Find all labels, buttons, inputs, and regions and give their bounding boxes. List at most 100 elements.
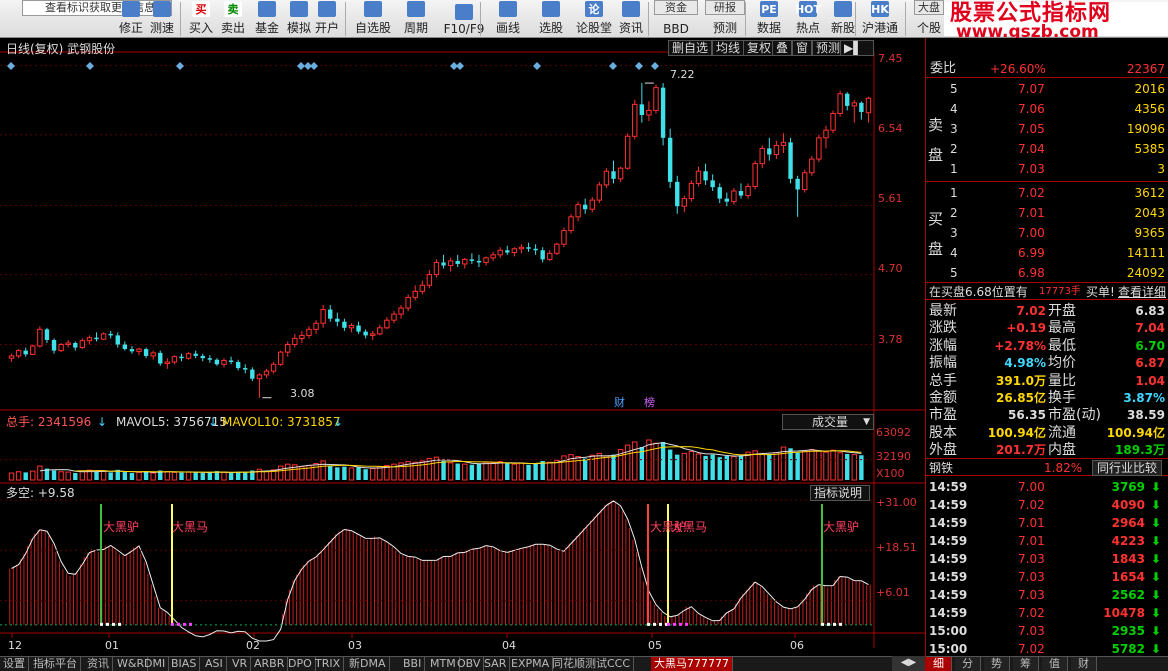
- panel-tab-0[interactable]: 细: [926, 657, 952, 671]
- tab-15[interactable]: SAR: [481, 657, 511, 671]
- data-button[interactable]: PE 数据: [752, 0, 786, 38]
- volume-bar: [277, 465, 284, 481]
- hot-button[interactable]: HOT 热点: [792, 0, 824, 38]
- candle-body: [688, 182, 695, 200]
- tab-18[interactable]: 大黑马777777: [651, 657, 733, 671]
- indicator-tick-label: +31.00: [876, 496, 917, 509]
- star-button[interactable]: 自选股: [350, 0, 396, 38]
- date-label: 01: [105, 639, 119, 652]
- fund-button[interactable]: 基金: [251, 0, 283, 38]
- stock-chart[interactable]: [0, 38, 925, 648]
- edit-button[interactable]: 修正: [116, 0, 146, 38]
- candle-body: [724, 198, 730, 202]
- tab-scroll-arrows-icon[interactable]: ◀▶: [892, 656, 925, 671]
- tick-price: 7.03: [1018, 588, 1045, 602]
- tick-row: 14:59 7.02 4090 ⬇: [926, 496, 1168, 514]
- finance-badge[interactable]: 财: [614, 396, 625, 410]
- panel-tab-2[interactable]: 势: [984, 657, 1010, 671]
- tab-4[interactable]: DMI: [141, 657, 170, 671]
- volume-bar: [370, 468, 376, 481]
- discuss-button[interactable]: 论论股堂: [573, 0, 615, 38]
- news-button[interactable]: 资讯: [616, 0, 646, 38]
- panel-tab-5[interactable]: 财: [1071, 657, 1097, 671]
- speed-button[interactable]: 测速: [147, 0, 177, 38]
- ask-level: 5: [950, 82, 958, 96]
- industry-name: 钢铁: [929, 461, 954, 475]
- low-price-label: 3.08: [290, 387, 315, 400]
- ask-level: 1: [950, 162, 958, 176]
- panel-tab-3[interactable]: 筹: [1013, 657, 1039, 671]
- fund-icon: [258, 1, 276, 17]
- candle-body: [179, 356, 184, 359]
- candle-body: [575, 204, 581, 218]
- draw-line-button[interactable]: 画线: [488, 0, 528, 38]
- volume-bar: [518, 462, 525, 481]
- stat-value: 201.7万: [996, 443, 1046, 458]
- tick-price: 7.03: [1018, 624, 1045, 638]
- sell-button[interactable]: 卖卖出: [218, 0, 248, 38]
- signal-dot: [679, 622, 682, 626]
- ranking-badge[interactable]: 榜: [644, 396, 655, 410]
- lock-button[interactable]: 开户: [313, 0, 341, 38]
- candle-body: [639, 104, 645, 115]
- tick-row: 14:59 7.01 4223 ⬇: [926, 532, 1168, 550]
- candle-body: [830, 112, 836, 131]
- tab-2[interactable]: 资讯: [84, 657, 113, 671]
- tab-1[interactable]: 指标平台: [30, 657, 81, 671]
- stat-value: 6.87: [1135, 356, 1165, 371]
- indicator-help-button[interactable]: 指标说明: [810, 485, 870, 501]
- tick-price: 7.02: [1018, 606, 1045, 620]
- volume-bar: [207, 472, 213, 480]
- clock-button[interactable]: 周期: [398, 0, 434, 38]
- tab-10[interactable]: TRIX: [312, 657, 345, 671]
- candle-body: [533, 248, 538, 251]
- tab-8[interactable]: ARBR: [251, 657, 289, 671]
- volume-bar: [675, 454, 680, 480]
- notice-row[interactable]: 在买盘6.68位置有 17773手 买单! 查看详细: [926, 282, 1168, 300]
- chart-button-4[interactable]: 窗: [792, 40, 813, 56]
- bid-level: 5: [950, 266, 958, 280]
- panel-toggle-icon[interactable]: ▶▌: [840, 40, 874, 56]
- chart-button-0[interactable]: 删自选: [668, 40, 713, 56]
- hammer-button[interactable]: 模拟: [284, 0, 314, 38]
- tab-14[interactable]: OBV: [454, 657, 485, 671]
- tab-0[interactable]: 设置: [0, 657, 29, 671]
- candle-body: [447, 260, 454, 266]
- date-label: 04: [502, 639, 516, 652]
- candle-body: [675, 181, 680, 207]
- tab-17[interactable]: 同花顺测试CCC: [549, 657, 635, 671]
- chart-button-2[interactable]: 复权: [743, 40, 776, 56]
- tab-7[interactable]: VR: [229, 657, 252, 671]
- forecast-button[interactable]: 研报 预测: [705, 0, 745, 38]
- candle-body: [30, 345, 36, 355]
- tick-time: 15:00: [929, 624, 968, 638]
- tick-price: 7.01: [1018, 516, 1045, 530]
- chart-button-3[interactable]: 叠: [772, 40, 793, 56]
- market-button[interactable]: 大盘 个股: [914, 0, 944, 38]
- stat-value: 3.87%: [1123, 391, 1165, 405]
- buy-button[interactable]: 买买入: [186, 0, 216, 38]
- view-detail-link[interactable]: 查看详细: [1118, 283, 1166, 301]
- tab-11[interactable]: 新DMA: [346, 657, 390, 671]
- tab-6[interactable]: ASI: [202, 657, 227, 671]
- tick-time: 14:59: [929, 570, 968, 584]
- volume-bar: [505, 463, 510, 480]
- tab-16[interactable]: EXPMA: [508, 657, 554, 671]
- fund-flow-button[interactable]: 资金 BBD: [654, 0, 698, 38]
- tab-5[interactable]: BIAS: [168, 657, 201, 671]
- industry-compare-button[interactable]: 同行业比较: [1092, 460, 1163, 476]
- buy-side-label: 买盘: [928, 210, 944, 258]
- candle-body: [518, 246, 525, 250]
- high-price-label: 7.22: [670, 68, 695, 81]
- hk-connect-button[interactable]: HK 沪港通: [860, 0, 900, 38]
- bid-level: 3: [950, 226, 958, 240]
- tab-12[interactable]: BBI: [400, 657, 426, 671]
- chart-button-1[interactable]: 均线: [712, 40, 745, 56]
- brand-watermark: 股票公式指标网 www.gszb.com: [944, 2, 1168, 41]
- volume-dropdown[interactable]: 成交量 ▼: [782, 414, 874, 430]
- panel-tab-4[interactable]: 值: [1042, 657, 1068, 671]
- screen-button[interactable]: 选股: [533, 0, 569, 38]
- volume-bar: [455, 463, 460, 480]
- volume-bar: [58, 471, 64, 481]
- panel-tab-1[interactable]: 分: [955, 657, 981, 671]
